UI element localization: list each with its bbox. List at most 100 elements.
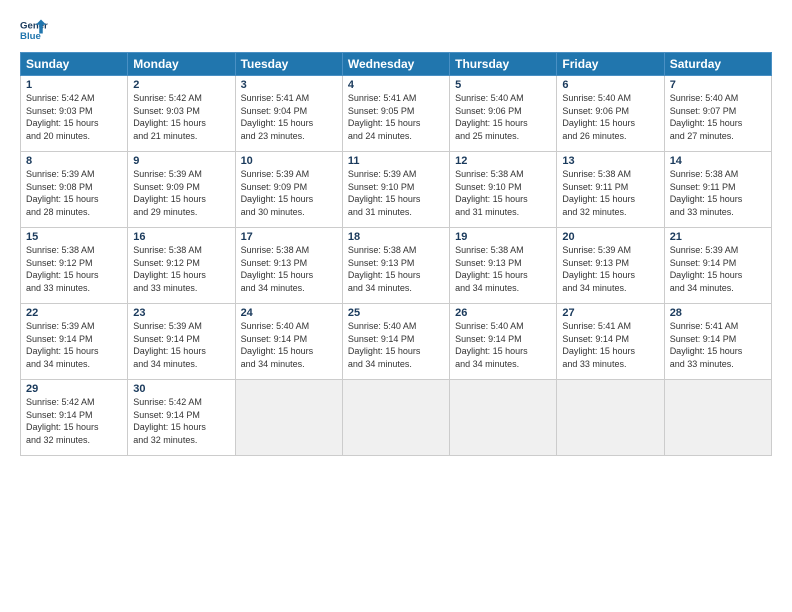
calendar-table: SundayMondayTuesdayWednesdayThursdayFrid… bbox=[20, 52, 772, 456]
day-info: Sunrise: 5:39 AM Sunset: 9:14 PM Dayligh… bbox=[26, 320, 122, 370]
calendar-cell bbox=[557, 380, 664, 456]
day-info: Sunrise: 5:39 AM Sunset: 9:08 PM Dayligh… bbox=[26, 168, 122, 218]
day-number: 2 bbox=[133, 79, 229, 91]
day-info: Sunrise: 5:42 AM Sunset: 9:03 PM Dayligh… bbox=[133, 92, 229, 142]
day-info: Sunrise: 5:39 AM Sunset: 9:10 PM Dayligh… bbox=[348, 168, 444, 218]
day-info: Sunrise: 5:40 AM Sunset: 9:06 PM Dayligh… bbox=[455, 92, 551, 142]
calendar-cell: 29Sunrise: 5:42 AM Sunset: 9:14 PM Dayli… bbox=[21, 380, 128, 456]
calendar-cell: 26Sunrise: 5:40 AM Sunset: 9:14 PM Dayli… bbox=[450, 304, 557, 380]
calendar-cell: 9Sunrise: 5:39 AM Sunset: 9:09 PM Daylig… bbox=[128, 152, 235, 228]
page: General Blue SundayMondayTuesdayWednesda… bbox=[0, 0, 792, 612]
calendar-cell: 2Sunrise: 5:42 AM Sunset: 9:03 PM Daylig… bbox=[128, 76, 235, 152]
day-number: 19 bbox=[455, 231, 551, 243]
day-number: 1 bbox=[26, 79, 122, 91]
calendar-cell bbox=[342, 380, 449, 456]
logo: General Blue bbox=[20, 16, 48, 44]
calendar-cell: 21Sunrise: 5:39 AM Sunset: 9:14 PM Dayli… bbox=[664, 228, 771, 304]
day-info: Sunrise: 5:38 AM Sunset: 9:10 PM Dayligh… bbox=[455, 168, 551, 218]
calendar-cell bbox=[664, 380, 771, 456]
day-info: Sunrise: 5:38 AM Sunset: 9:12 PM Dayligh… bbox=[133, 244, 229, 294]
day-info: Sunrise: 5:38 AM Sunset: 9:13 PM Dayligh… bbox=[241, 244, 337, 294]
day-number: 13 bbox=[562, 155, 658, 167]
calendar-cell: 6Sunrise: 5:40 AM Sunset: 9:06 PM Daylig… bbox=[557, 76, 664, 152]
day-number: 16 bbox=[133, 231, 229, 243]
day-number: 29 bbox=[26, 383, 122, 395]
day-number: 25 bbox=[348, 307, 444, 319]
day-info: Sunrise: 5:41 AM Sunset: 9:05 PM Dayligh… bbox=[348, 92, 444, 142]
calendar-cell: 12Sunrise: 5:38 AM Sunset: 9:10 PM Dayli… bbox=[450, 152, 557, 228]
calendar-cell: 3Sunrise: 5:41 AM Sunset: 9:04 PM Daylig… bbox=[235, 76, 342, 152]
calendar-cell: 30Sunrise: 5:42 AM Sunset: 9:14 PM Dayli… bbox=[128, 380, 235, 456]
weekday-header: Tuesday bbox=[235, 53, 342, 76]
day-info: Sunrise: 5:39 AM Sunset: 9:13 PM Dayligh… bbox=[562, 244, 658, 294]
calendar-cell: 22Sunrise: 5:39 AM Sunset: 9:14 PM Dayli… bbox=[21, 304, 128, 380]
header: General Blue bbox=[20, 16, 772, 44]
day-info: Sunrise: 5:39 AM Sunset: 9:14 PM Dayligh… bbox=[133, 320, 229, 370]
day-number: 18 bbox=[348, 231, 444, 243]
calendar-cell: 20Sunrise: 5:39 AM Sunset: 9:13 PM Dayli… bbox=[557, 228, 664, 304]
day-info: Sunrise: 5:40 AM Sunset: 9:14 PM Dayligh… bbox=[241, 320, 337, 370]
day-number: 26 bbox=[455, 307, 551, 319]
weekday-header: Wednesday bbox=[342, 53, 449, 76]
day-info: Sunrise: 5:41 AM Sunset: 9:14 PM Dayligh… bbox=[670, 320, 766, 370]
day-number: 20 bbox=[562, 231, 658, 243]
day-info: Sunrise: 5:40 AM Sunset: 9:07 PM Dayligh… bbox=[670, 92, 766, 142]
calendar-cell: 23Sunrise: 5:39 AM Sunset: 9:14 PM Dayli… bbox=[128, 304, 235, 380]
calendar-cell: 24Sunrise: 5:40 AM Sunset: 9:14 PM Dayli… bbox=[235, 304, 342, 380]
day-number: 5 bbox=[455, 79, 551, 91]
calendar-cell: 17Sunrise: 5:38 AM Sunset: 9:13 PM Dayli… bbox=[235, 228, 342, 304]
svg-text:Blue: Blue bbox=[20, 31, 41, 42]
day-number: 12 bbox=[455, 155, 551, 167]
day-number: 10 bbox=[241, 155, 337, 167]
calendar-cell: 14Sunrise: 5:38 AM Sunset: 9:11 PM Dayli… bbox=[664, 152, 771, 228]
calendar-cell: 27Sunrise: 5:41 AM Sunset: 9:14 PM Dayli… bbox=[557, 304, 664, 380]
day-info: Sunrise: 5:39 AM Sunset: 9:14 PM Dayligh… bbox=[670, 244, 766, 294]
calendar-cell: 7Sunrise: 5:40 AM Sunset: 9:07 PM Daylig… bbox=[664, 76, 771, 152]
day-number: 4 bbox=[348, 79, 444, 91]
day-info: Sunrise: 5:41 AM Sunset: 9:14 PM Dayligh… bbox=[562, 320, 658, 370]
calendar-cell: 5Sunrise: 5:40 AM Sunset: 9:06 PM Daylig… bbox=[450, 76, 557, 152]
calendar-cell: 18Sunrise: 5:38 AM Sunset: 9:13 PM Dayli… bbox=[342, 228, 449, 304]
weekday-header: Sunday bbox=[21, 53, 128, 76]
calendar-cell: 25Sunrise: 5:40 AM Sunset: 9:14 PM Dayli… bbox=[342, 304, 449, 380]
weekday-header: Thursday bbox=[450, 53, 557, 76]
day-number: 24 bbox=[241, 307, 337, 319]
day-number: 30 bbox=[133, 383, 229, 395]
day-info: Sunrise: 5:38 AM Sunset: 9:12 PM Dayligh… bbox=[26, 244, 122, 294]
day-number: 8 bbox=[26, 155, 122, 167]
day-number: 7 bbox=[670, 79, 766, 91]
day-number: 23 bbox=[133, 307, 229, 319]
day-info: Sunrise: 5:38 AM Sunset: 9:11 PM Dayligh… bbox=[562, 168, 658, 218]
day-info: Sunrise: 5:39 AM Sunset: 9:09 PM Dayligh… bbox=[133, 168, 229, 218]
day-info: Sunrise: 5:42 AM Sunset: 9:14 PM Dayligh… bbox=[133, 396, 229, 446]
day-info: Sunrise: 5:38 AM Sunset: 9:13 PM Dayligh… bbox=[348, 244, 444, 294]
calendar-cell: 10Sunrise: 5:39 AM Sunset: 9:09 PM Dayli… bbox=[235, 152, 342, 228]
day-number: 17 bbox=[241, 231, 337, 243]
day-info: Sunrise: 5:40 AM Sunset: 9:14 PM Dayligh… bbox=[455, 320, 551, 370]
weekday-header: Saturday bbox=[664, 53, 771, 76]
day-number: 21 bbox=[670, 231, 766, 243]
day-number: 11 bbox=[348, 155, 444, 167]
calendar-cell: 19Sunrise: 5:38 AM Sunset: 9:13 PM Dayli… bbox=[450, 228, 557, 304]
calendar-cell: 16Sunrise: 5:38 AM Sunset: 9:12 PM Dayli… bbox=[128, 228, 235, 304]
weekday-header: Friday bbox=[557, 53, 664, 76]
day-info: Sunrise: 5:41 AM Sunset: 9:04 PM Dayligh… bbox=[241, 92, 337, 142]
weekday-header: Monday bbox=[128, 53, 235, 76]
calendar-cell: 28Sunrise: 5:41 AM Sunset: 9:14 PM Dayli… bbox=[664, 304, 771, 380]
day-number: 28 bbox=[670, 307, 766, 319]
svg-text:General: General bbox=[20, 20, 48, 31]
day-info: Sunrise: 5:40 AM Sunset: 9:14 PM Dayligh… bbox=[348, 320, 444, 370]
day-info: Sunrise: 5:38 AM Sunset: 9:13 PM Dayligh… bbox=[455, 244, 551, 294]
day-number: 27 bbox=[562, 307, 658, 319]
day-info: Sunrise: 5:40 AM Sunset: 9:06 PM Dayligh… bbox=[562, 92, 658, 142]
day-info: Sunrise: 5:42 AM Sunset: 9:14 PM Dayligh… bbox=[26, 396, 122, 446]
calendar-cell: 4Sunrise: 5:41 AM Sunset: 9:05 PM Daylig… bbox=[342, 76, 449, 152]
calendar-cell: 1Sunrise: 5:42 AM Sunset: 9:03 PM Daylig… bbox=[21, 76, 128, 152]
day-number: 3 bbox=[241, 79, 337, 91]
calendar-cell: 8Sunrise: 5:39 AM Sunset: 9:08 PM Daylig… bbox=[21, 152, 128, 228]
calendar-cell bbox=[235, 380, 342, 456]
day-number: 22 bbox=[26, 307, 122, 319]
day-info: Sunrise: 5:42 AM Sunset: 9:03 PM Dayligh… bbox=[26, 92, 122, 142]
day-number: 15 bbox=[26, 231, 122, 243]
day-info: Sunrise: 5:39 AM Sunset: 9:09 PM Dayligh… bbox=[241, 168, 337, 218]
